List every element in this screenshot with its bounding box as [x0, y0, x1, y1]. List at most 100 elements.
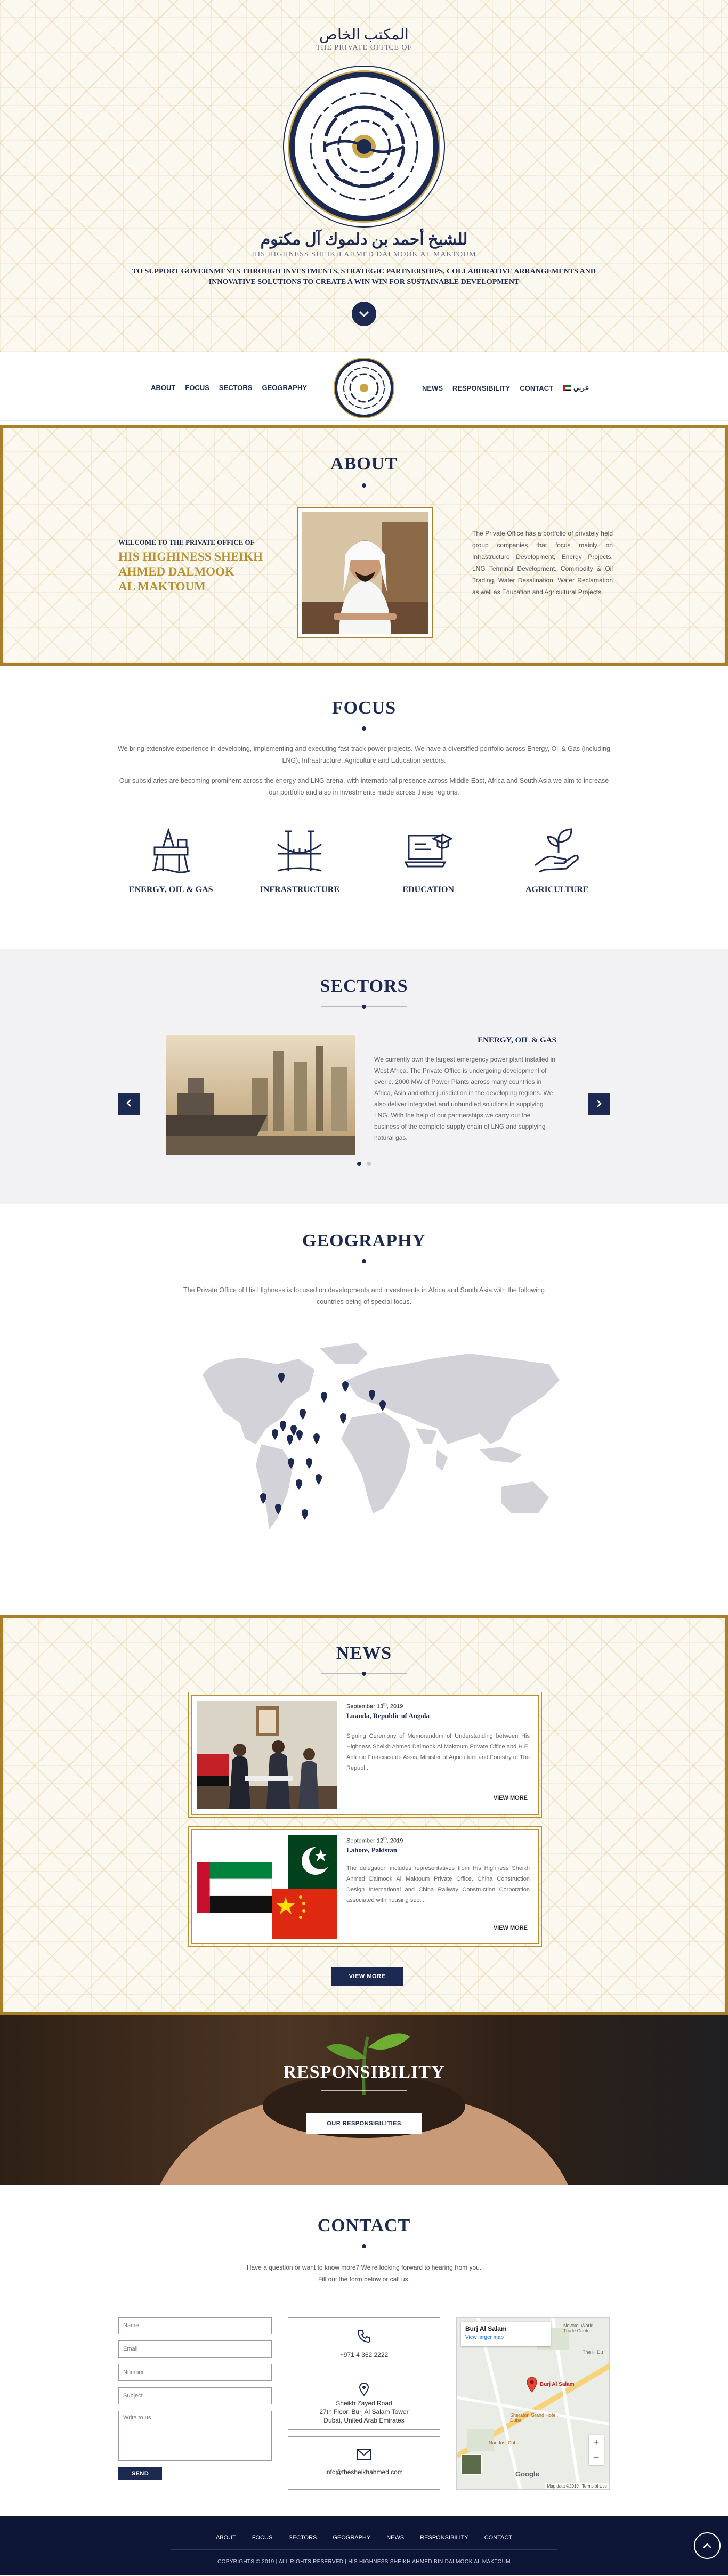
- hero-english-office: THE PRIVATE OFFICE OF: [316, 44, 412, 52]
- geography-title: GEOGRAPHY: [302, 1231, 426, 1251]
- scroll-down-button[interactable]: [352, 302, 376, 326]
- map-pin-icon: [313, 1433, 320, 1444]
- about-name-3: AL MAKTOUM: [118, 580, 206, 593]
- news-view-more-2[interactable]: VIEW MORE: [494, 1925, 528, 1931]
- subject-field[interactable]: [118, 2387, 272, 2404]
- nav-responsibility[interactable]: RESPONSIBILITY: [452, 384, 510, 392]
- portrait-frame: [297, 507, 433, 638]
- contact-title: CONTACT: [317, 2216, 411, 2235]
- map-info-box: Burj Al Salam View larger map: [461, 2322, 551, 2346]
- geography-para: The Private Office of His Highness is fo…: [183, 1286, 545, 1306]
- hero-english-name: HIS HIGHNESS SHEIKH AHMED DALMOOK AL MAK…: [252, 250, 476, 258]
- news-card-1[interactable]: September 13th, 2019 Luanda, Republic of…: [188, 1692, 542, 1818]
- news-date-day: September 12: [346, 1837, 384, 1844]
- slider-dot-active[interactable]: [357, 1162, 361, 1166]
- nav-logo[interactable]: [335, 359, 393, 417]
- email-field[interactable]: [118, 2340, 272, 2358]
- nav-geography[interactable]: GEOGRAPHY: [262, 384, 307, 392]
- slider-prev-button[interactable]: [118, 1093, 140, 1115]
- focus-item-energy[interactable]: ENERGY, OIL & GAS: [112, 826, 230, 895]
- slider-next-button[interactable]: [588, 1093, 610, 1115]
- map-pin-icon: [340, 1413, 346, 1424]
- phone-icon: [357, 2330, 370, 2343]
- map-terms-link[interactable]: Terms of Use: [582, 2484, 607, 2489]
- focus-item-agriculture[interactable]: AGRICULTURE: [498, 826, 616, 895]
- nav-right: NEWS RESPONSIBILITY CONTACT عربي: [422, 384, 589, 392]
- nav-focus[interactable]: FOCUS: [185, 384, 209, 392]
- geography-divider: [321, 1258, 407, 1265]
- focus-divider: [321, 725, 407, 732]
- name-field[interactable]: [118, 2317, 272, 2334]
- nav-contact[interactable]: CONTACT: [520, 384, 553, 392]
- map-larger-link[interactable]: View larger map: [465, 2335, 546, 2340]
- footer-link-news[interactable]: NEWS: [386, 2534, 404, 2541]
- sector-slide-image: [166, 1035, 355, 1155]
- focus-label-education: EDUCATION: [402, 885, 455, 894]
- send-button[interactable]: SEND: [118, 2467, 162, 2480]
- map-pin-icon: [287, 1435, 293, 1445]
- news-card-2[interactable]: September 12th, 2019 Lahore, Pakistan Th…: [188, 1826, 542, 1947]
- nav-about[interactable]: ABOUT: [151, 384, 175, 392]
- focus-label-energy: ENERGY, OIL & GAS: [128, 885, 213, 894]
- focus-item-infrastructure[interactable]: INFRASTRUCTURE: [241, 826, 358, 895]
- about-welcome: WELCOME TO THE PRIVATE OFFICE OF: [118, 538, 255, 546]
- phone-card[interactable]: +971 4 362 2222: [288, 2317, 440, 2370]
- news-date-suffix: th: [383, 1836, 387, 1841]
- news-body-2: The delegation includes representatives …: [346, 1865, 530, 1903]
- map-pin-icon: [306, 1458, 312, 1469]
- google-map[interactable]: Burj Al Salam View larger map The H Du N…: [456, 2317, 610, 2490]
- nav-news[interactable]: NEWS: [422, 384, 443, 392]
- news-view-more-button[interactable]: VIEW MORE: [331, 1967, 403, 1986]
- email-card[interactable]: info@thesheikhahmed.com: [288, 2436, 440, 2490]
- uae-flag: [197, 1862, 272, 1913]
- number-field[interactable]: [118, 2364, 272, 2381]
- chevron-down-icon: [359, 311, 369, 318]
- map-pin-icon: [342, 1381, 349, 1392]
- nav-left: ABOUT FOCUS SECTORS GEOGRAPHY: [151, 384, 307, 392]
- contact-form: SEND: [118, 2317, 272, 2480]
- responsibility-section: RESPONSIBILITY OUR RESPONSIBILITIES: [0, 2015, 728, 2185]
- map-pin-icon: [302, 1509, 308, 1520]
- location-pin-icon: [359, 2383, 369, 2396]
- message-field[interactable]: [118, 2411, 272, 2461]
- focus-section: FOCUS We bring extensive experience in d…: [0, 666, 728, 949]
- focus-label-infrastructure: INFRASTRUCTURE: [260, 885, 339, 894]
- news-view-more-1[interactable]: VIEW MORE: [494, 1795, 528, 1801]
- zoom-in-button[interactable]: +: [589, 2435, 604, 2450]
- map-satellite-thumb[interactable]: [461, 2454, 482, 2475]
- language-label: عربي: [573, 384, 589, 392]
- contact-divider: [321, 2242, 407, 2250]
- footer-link-focus[interactable]: FOCUS: [252, 2534, 273, 2541]
- sector-slide-title: ENERGY, OIL & GAS: [478, 1036, 556, 1044]
- slider-dot[interactable]: [367, 1162, 371, 1166]
- focus-para-1: We bring extensive experience in develop…: [117, 745, 611, 764]
- oil-rig-icon: [152, 827, 190, 873]
- nav-sectors[interactable]: SECTORS: [219, 384, 253, 392]
- map-label-sheraton: Sheraton Grand Hotel, Dubai: [510, 2412, 559, 2423]
- footer-link-geography[interactable]: GEOGRAPHY: [333, 2534, 370, 2541]
- focus-item-education[interactable]: EDUCATION: [370, 826, 487, 895]
- news-photo-angola: [197, 1701, 337, 1809]
- map-place-name: Burj Al Salam: [465, 2325, 507, 2332]
- map-marker-icon[interactable]: [526, 2376, 538, 2393]
- zoom-out-button[interactable]: −: [589, 2450, 604, 2465]
- bridge-icon: [277, 830, 322, 872]
- language-switch[interactable]: عربي: [562, 384, 589, 392]
- map-label-nandos: Nandos, Dubai: [489, 2440, 521, 2445]
- footer-copyright: COPYRIGHTS © 2019 | ALL RIGHTS RESERVED …: [217, 2559, 511, 2565]
- footer-link-about[interactable]: ABOUT: [216, 2534, 236, 2541]
- map-pin-icon: [296, 1479, 302, 1490]
- google-logo: Google: [515, 2470, 539, 2478]
- main-navbar: ABOUT FOCUS SECTORS GEOGRAPHY NEWS RESPO…: [0, 352, 728, 421]
- news-date-suffix: th: [383, 1702, 387, 1707]
- news-date-year: , 2019: [386, 1703, 403, 1710]
- footer-link-contact[interactable]: CONTACT: [484, 2534, 512, 2541]
- back-to-top-button[interactable]: [694, 2532, 721, 2559]
- address-line-1: Sheikh Zayed Road: [336, 2400, 392, 2407]
- footer-link-sectors[interactable]: SECTORS: [288, 2534, 317, 2541]
- footer-link-responsibility[interactable]: RESPONSIBILITY: [420, 2534, 468, 2541]
- news-title: NEWS: [336, 1643, 392, 1663]
- map-pin-icon: [379, 1400, 386, 1411]
- our-responsibilities-button[interactable]: OUR RESPONSIBILITIES: [306, 2113, 422, 2134]
- about-section: ABOUT WELCOME TO THE PRIVATE OFFICE OF H…: [0, 425, 728, 666]
